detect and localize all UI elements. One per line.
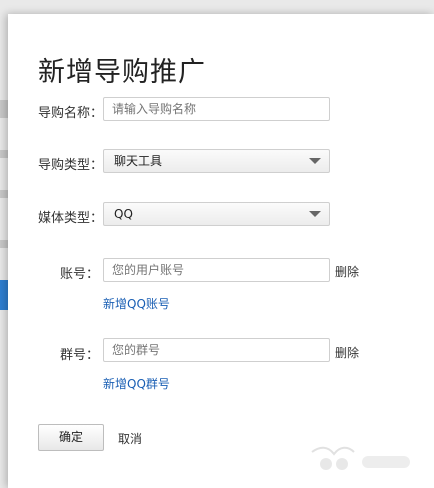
chevron-down-icon	[309, 211, 321, 217]
guide-type-value: 聊天工具	[114, 154, 163, 168]
cancel-button[interactable]: 取消	[118, 430, 142, 447]
media-type-value: QQ	[114, 207, 133, 221]
add-qq-group-link[interactable]: 新增QQ群号	[103, 375, 170, 392]
dialog-title: 新增导购推广	[38, 57, 206, 88]
group-input[interactable]	[103, 338, 330, 362]
add-qq-account-link[interactable]: 新增QQ账号	[103, 295, 170, 312]
watermark-logo-icon	[311, 446, 410, 470]
bg-divider	[0, 150, 8, 158]
media-type-label: 媒体类型：	[38, 211, 104, 226]
bg-divider	[0, 240, 8, 248]
confirm-button[interactable]: 确定	[38, 424, 104, 451]
guide-name-label: 导购名称：	[38, 106, 104, 121]
account-input[interactable]	[103, 258, 330, 282]
account-label: 账号：	[60, 267, 100, 282]
group-label: 群号：	[60, 348, 100, 363]
media-type-select[interactable]: QQ	[103, 202, 330, 226]
guide-type-select[interactable]: 聊天工具	[103, 149, 330, 173]
bg-divider	[0, 100, 8, 118]
chevron-down-icon	[309, 158, 321, 164]
delete-group-link[interactable]: 删除	[335, 344, 359, 361]
guide-type-label: 导购类型：	[38, 158, 104, 173]
delete-account-link[interactable]: 删除	[335, 263, 359, 280]
bg-sidebar-accent	[0, 280, 8, 310]
guide-name-input[interactable]	[103, 97, 330, 121]
bg-divider	[0, 190, 8, 198]
add-guide-dialog: 新增导购推广 导购名称： 导购类型： 聊天工具 媒体类型： QQ 账号： 删除 …	[8, 14, 434, 488]
